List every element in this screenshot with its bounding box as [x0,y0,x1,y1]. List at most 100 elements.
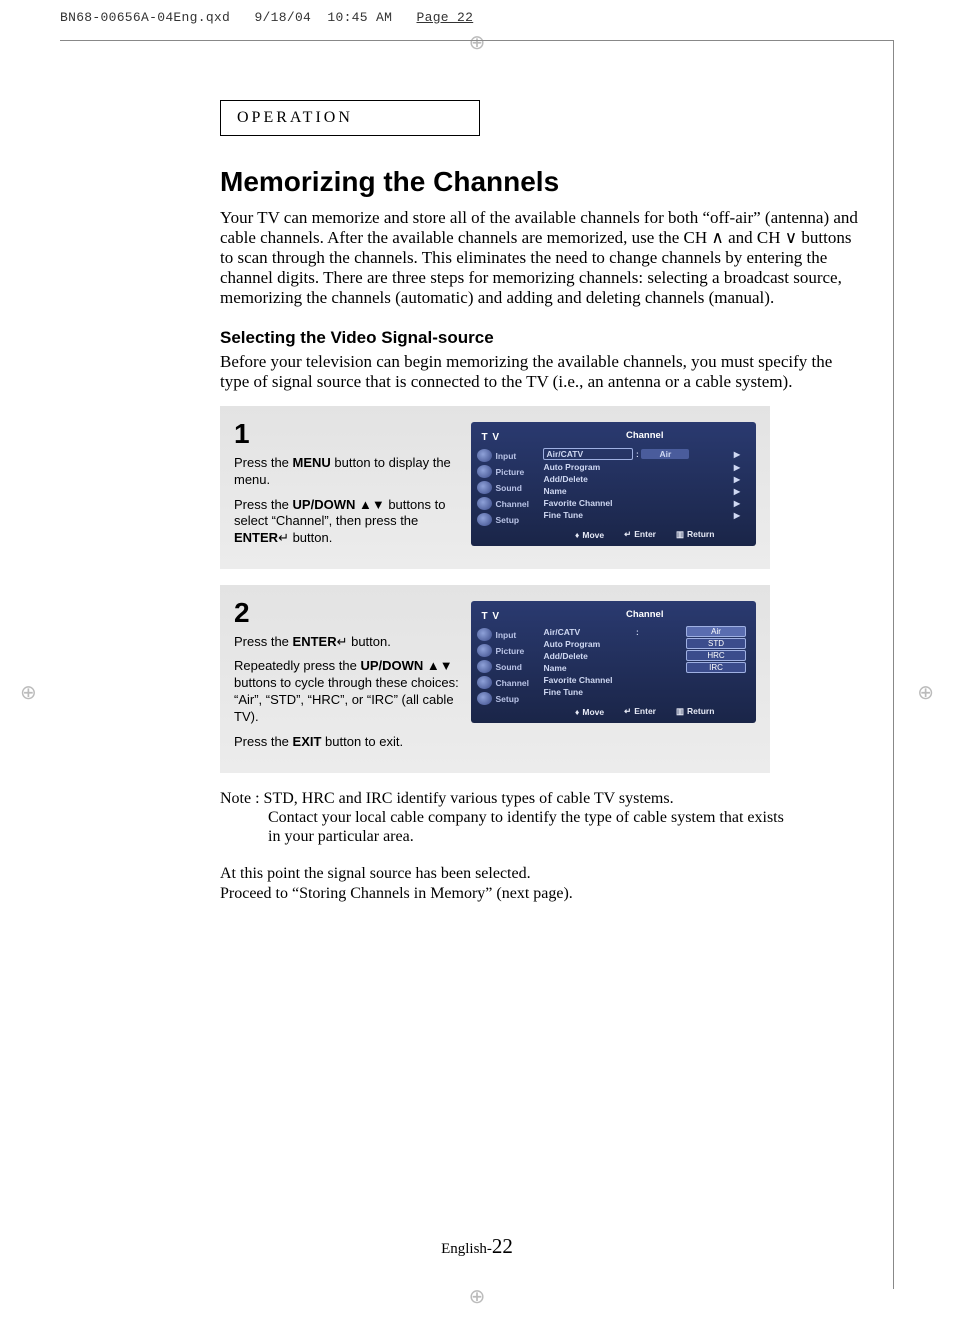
osd-menu-aircatv: Air/CATV: [543,626,676,638]
osd-footer: ♦Move ↵Enter ▥Return [543,529,746,540]
osd-main: Channel Air/CATV: Auto Program Add/Delet… [539,607,750,719]
sound-icon [477,660,492,673]
print-date: 9/18/04 [254,10,311,25]
subintro-paragraph: Before your television can begin memoriz… [220,352,860,392]
osd-menu-name: Name [543,662,676,674]
osd-side-sound: Sound [477,660,539,673]
return-icon: ▥ [676,706,684,716]
osd-side-channel: Channel [477,497,539,510]
osd-menu-finetune: Fine Tune▶ [543,509,746,521]
closing-line-1: At this point the signal source has been… [220,865,531,882]
setup-icon [477,513,492,526]
osd-footer-move: ♦Move [575,707,604,717]
osd-option-std: STD [686,638,746,649]
channel-icon [477,497,492,510]
chevron-right-icon: ▶ [734,450,740,459]
osd-menu-autoprogram: Auto Program▶ [543,461,746,473]
crop-line-right [893,40,894,1289]
closing-line-2: Proceed to “Storing Channels in Memory” … [220,885,573,902]
enter-icon: ↵ [624,706,631,716]
chevron-right-icon: ▶ [734,463,740,472]
osd-menu-aircatv: Air/CATV : Air▶ [543,447,746,461]
osd-menu-finetune: Fine Tune [543,686,676,698]
osd-heading: Channel [543,609,746,620]
step-2-para-3: Press the EXIT button to exit. [234,734,459,751]
osd-side-input: Input [477,628,539,641]
osd-footer-return: ▥Return [676,529,714,540]
osd-side-channel: Channel [477,676,539,689]
step-1-text: 1 Press the MENU button to display the m… [234,416,459,555]
setup-icon [477,692,492,705]
print-time: 10:45 AM [327,10,392,25]
osd-screenshot-1: T V Input Picture Sound Channel Setup Ch… [471,422,756,546]
osd-option-irc: IRC [686,662,746,673]
subheading: Selecting the Video Signal-source [220,328,860,348]
registration-mark-left: ⊕ [20,680,37,705]
page-footer-number: 22 [492,1234,513,1258]
step-panel-2: 2 Press the ENTER↵ button. Repeatedly pr… [220,585,770,773]
step-2-para-2: Repeatedly press the UP/DOWN ▲▼ buttons … [234,658,459,726]
section-label: OPERATION [237,109,353,126]
osd-side-input: Input [477,449,539,462]
osd-menu-adddelete: Add/Delete▶ [543,473,746,485]
osd-side-sound: Sound [477,481,539,494]
osd-option-list: Air STD HRC IRC [686,626,746,698]
osd-main: Channel Air/CATV : Air▶ Auto Program▶ Ad… [539,428,750,542]
chevron-right-icon: ▶ [734,487,740,496]
updown-icon: ♦ [575,707,579,717]
chevron-right-icon: ▶ [734,511,740,520]
step-1-para-2: Press the UP/DOWN ▲▼ buttons to select “… [234,497,459,548]
chevron-right-icon: ▶ [734,499,740,508]
print-page-label: Page 22 [417,10,474,25]
channel-icon [477,676,492,689]
print-file-header: BN68-00656A-04Eng.qxd 9/18/04 10:45 AM P… [60,10,473,25]
picture-icon [477,465,492,478]
note-paragraph: Note : STD, HRC and IRC identify various… [220,789,790,847]
osd-sidebar: T V Input Picture Sound Channel Setup [477,607,539,719]
crop-line-top [60,40,894,41]
osd-side-picture: Picture [477,465,539,478]
page-footer: English-22 [0,1234,954,1259]
page-footer-lang: English- [441,1241,492,1257]
osd-side-setup: Setup [477,692,539,705]
sound-icon [477,481,492,494]
note-line-1: STD, HRC and IRC identify various types … [264,790,674,807]
registration-mark-bottom: ⊕ [469,1284,486,1309]
step-panel-1: 1 Press the MENU button to display the m… [220,406,770,569]
return-icon: ▥ [676,529,684,539]
osd-sidebar: T V Input Picture Sound Channel Setup [477,428,539,542]
osd-side-picture: Picture [477,644,539,657]
intro-paragraph: Your TV can memorize and store all of th… [220,208,860,308]
step-1-number: 1 [234,416,459,452]
step-2-text: 2 Press the ENTER↵ button. Repeatedly pr… [234,595,459,759]
osd-tv-label: T V [477,611,539,622]
input-icon [477,449,492,462]
osd-side-setup: Setup [477,513,539,526]
osd-tv-label: T V [477,432,539,443]
registration-mark-right: ⊕ [917,680,934,705]
osd-screenshot-2: T V Input Picture Sound Channel Setup Ch… [471,601,756,723]
osd-menu-favorite: Favorite Channel [543,674,676,686]
osd-footer: ♦Move ↵Enter ▥Return [543,706,746,717]
osd-option-air: Air [686,626,746,637]
registration-mark-top: ⊕ [469,30,486,55]
osd-option-hrc: HRC [686,650,746,661]
osd-menu-adddelete: Add/Delete [543,650,676,662]
input-icon [477,628,492,641]
osd-footer-enter: ↵Enter [624,706,656,717]
note-prefix: Note : [220,790,264,807]
osd-menu-favorite: Favorite Channel▶ [543,497,746,509]
updown-icon: ♦ [575,530,579,540]
step-1-para-1: Press the MENU button to display the men… [234,455,459,489]
osd-footer-return: ▥Return [676,706,714,717]
step-2-para-1: Press the ENTER↵ button. [234,634,459,651]
enter-icon: ↵ [624,529,631,539]
step-2-number: 2 [234,595,459,631]
page-title: Memorizing the Channels [220,166,860,198]
picture-icon [477,644,492,657]
osd-footer-enter: ↵Enter [624,529,656,540]
note-line-2: Contact your local cable company to iden… [220,808,790,846]
osd-menu-name: Name▶ [543,485,746,497]
chevron-right-icon: ▶ [734,475,740,484]
page-content: OPERATION Memorizing the Channels Your T… [100,100,860,903]
